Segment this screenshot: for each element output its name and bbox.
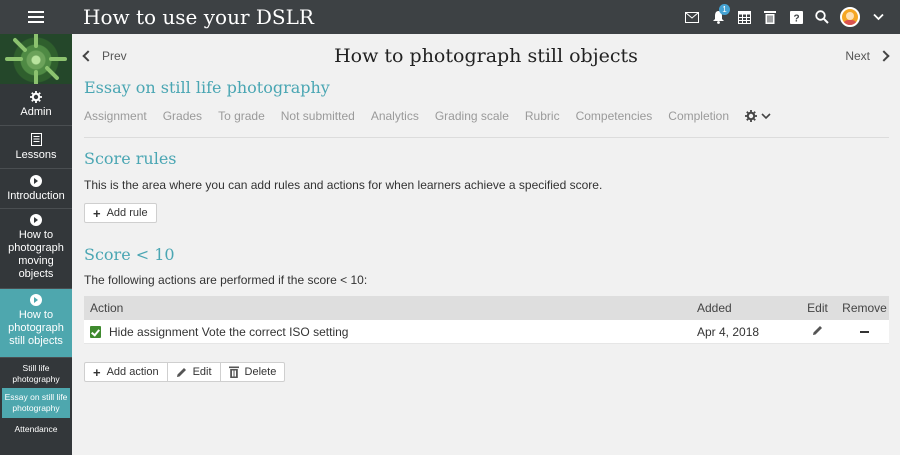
sidebar-item-label: Admin [20, 106, 52, 118]
add-action-label: Add action [106, 366, 159, 378]
sidebar-item-label: How to photograph still objects [8, 309, 64, 347]
sidebar-subitem-attendance[interactable]: Attendance [0, 418, 72, 435]
course-image [0, 34, 72, 84]
next-button[interactable]: Next [845, 49, 890, 63]
edit-row-button[interactable] [795, 325, 840, 339]
sidebar-item-still-objects[interactable]: How to photograph still objects [0, 289, 72, 358]
trash-icon [228, 366, 239, 378]
arrow-circle-icon [30, 175, 42, 187]
menu-button[interactable] [0, 0, 72, 34]
calendar-icon[interactable] [736, 9, 752, 25]
arrow-circle-icon [30, 294, 42, 306]
rule-description: The following actions are performed if t… [84, 273, 368, 287]
arrow-circle-icon [30, 214, 42, 226]
gear-icon [745, 110, 757, 122]
tab-bar: Assignment Grades To grade Not submitted… [84, 109, 771, 123]
added-date: Apr 4, 2018 [697, 324, 760, 339]
add-action-button[interactable]: + Add action [84, 362, 168, 382]
tab-not-submitted[interactable]: Not submitted [281, 109, 355, 123]
edit-rule-button[interactable]: Edit [166, 362, 221, 382]
delete-rule-label: Delete [244, 366, 277, 378]
delete-rule-button[interactable]: Delete [219, 362, 286, 382]
notification-badge: 1 [719, 4, 730, 15]
page-subtitle: Essay on still life photography [84, 78, 330, 97]
sidebar-item-moving-objects[interactable]: How to photograph moving objects [0, 209, 72, 289]
add-rule-button[interactable]: + Add rule [84, 203, 157, 223]
checkbox-icon[interactable] [90, 325, 101, 338]
sidebar-subitem-essay[interactable]: Essay on still life photography [2, 388, 70, 418]
next-label: Next [845, 49, 870, 63]
tab-grading-scale[interactable]: Grading scale [435, 109, 509, 123]
pencil-icon [176, 367, 186, 377]
tab-competencies[interactable]: Competencies [576, 109, 653, 123]
tab-assignment[interactable]: Assignment [84, 109, 147, 123]
action-cell: Hide assignment Vote the correct ISO set… [84, 325, 697, 339]
trash-icon[interactable] [762, 9, 778, 25]
sidebar: Admin Lessons Introduction How to photog… [0, 34, 72, 455]
plus-icon: + [93, 364, 101, 380]
minus-icon [860, 331, 869, 334]
sidebar-item-admin[interactable]: Admin [0, 84, 72, 126]
score-rules-title: Score rules [84, 149, 177, 168]
app-title: How to use your DSLR [83, 5, 314, 29]
sidebar-item-label: Introduction [7, 190, 65, 202]
tab-to-grade[interactable]: To grade [218, 109, 265, 123]
sidebar-item-introduction[interactable]: Introduction [0, 169, 72, 209]
actions-table: Action Added Edit Remove Hide assignment… [84, 296, 889, 344]
edit-rule-label: Edit [192, 366, 212, 378]
action-text: Hide assignment Vote the correct ISO set… [109, 324, 349, 339]
sidebar-item-lessons[interactable]: Lessons [0, 126, 72, 169]
chevron-down-icon [761, 112, 771, 119]
page-title: How to photograph still objects [334, 45, 638, 67]
top-toolbar: 1 ? [684, 0, 886, 34]
notifications-icon[interactable]: 1 [710, 4, 730, 25]
top-bar: How to use your DSLR 1 ? [0, 0, 900, 34]
book-icon [30, 133, 42, 146]
mail-icon[interactable] [684, 9, 700, 25]
tab-rubric[interactable]: Rubric [525, 109, 560, 123]
tab-grades[interactable]: Grades [163, 109, 202, 123]
tab-analytics[interactable]: Analytics [371, 109, 419, 123]
column-edit: Edit [807, 301, 828, 315]
chevron-down-icon[interactable] [870, 9, 886, 25]
svg-text:?: ? [793, 13, 799, 24]
settings-dropdown[interactable] [745, 110, 771, 122]
column-added: Added [697, 301, 732, 315]
main-content: Prev How to photograph still objects Nex… [72, 34, 900, 455]
score-rules-description: This is the area where you can add rules… [84, 178, 603, 192]
chevron-right-icon [878, 50, 890, 62]
column-remove: Remove [842, 301, 887, 315]
hamburger-icon [28, 11, 44, 23]
sidebar-item-label: How to photograph moving objects [8, 229, 64, 280]
rule-actions: + Add action Edit Delete [84, 362, 286, 382]
add-rule-label: Add rule [106, 207, 148, 219]
table-row: Hide assignment Vote the correct ISO set… [84, 320, 889, 344]
column-action: Action [90, 301, 124, 315]
remove-row-button[interactable] [840, 325, 889, 339]
table-header: Action Added Edit Remove [84, 296, 889, 320]
pencil-icon [813, 325, 822, 335]
plus-icon: + [93, 205, 101, 221]
gear-icon [30, 91, 42, 103]
rule-title: Score < 10 [84, 245, 175, 264]
tab-completion[interactable]: Completion [668, 109, 729, 123]
tab-divider [84, 137, 889, 138]
help-icon[interactable]: ? [788, 9, 804, 25]
search-icon[interactable] [814, 9, 830, 25]
sidebar-subitem-still-life[interactable]: Still life photography [0, 358, 72, 386]
user-avatar[interactable] [840, 7, 860, 27]
sidebar-item-label: Lessons [15, 149, 57, 161]
